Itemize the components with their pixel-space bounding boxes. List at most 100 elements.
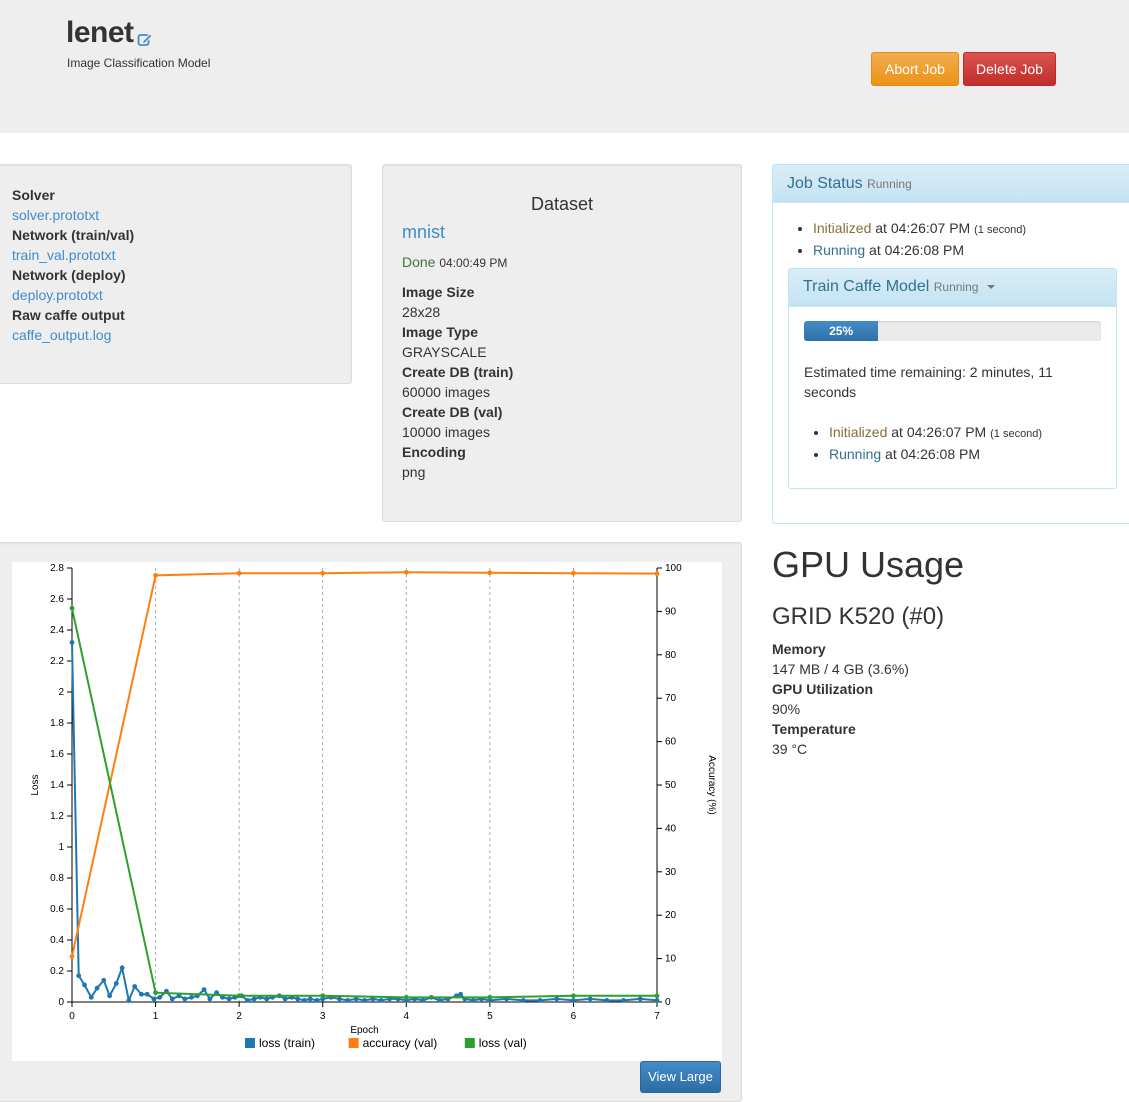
delete-job-button[interactable]: Delete Job <box>963 52 1056 86</box>
y-tick-label: 2.6 <box>50 594 64 605</box>
list-item: Initialized at 04:26:07 PM (1 second) <box>813 218 1026 240</box>
data-point <box>337 996 342 1002</box>
data-point <box>295 996 301 1002</box>
data-point <box>76 973 82 979</box>
data-point <box>458 991 464 997</box>
data-point <box>654 998 660 1003</box>
train-progress: 25% <box>804 321 1101 341</box>
data-point <box>88 994 94 1000</box>
legend-swatch <box>464 1038 475 1048</box>
y2-tick-label: 40 <box>665 823 677 834</box>
create-db-val-label: Create DB (val) <box>402 404 503 420</box>
x-tick-label: 4 <box>404 1011 410 1022</box>
dataset-properties: Image Size 28x28 Image Type GRAYSCALE Cr… <box>402 282 513 482</box>
time-remaining: Estimated time remaining: 2 minutes, 11 … <box>804 364 1053 400</box>
image-size-value: 28x28 <box>402 304 441 320</box>
data-point <box>301 998 307 1003</box>
gpu-properties: Memory 147 MB / 4 GB (3.6%) GPU Utilizat… <box>772 639 909 759</box>
dataset-status: Done 04:00:49 PM <box>402 254 507 270</box>
data-point <box>157 994 163 1000</box>
job-status-title: Job Status Running <box>787 175 912 192</box>
data-point <box>182 996 188 1002</box>
data-point <box>226 996 232 1002</box>
chart-area: 0 1 2 3 4 5 6 7 0 0.2 0.4 0.6 0.8 1 1.2 1.4 1.6 1.8 2 2.2 2.… <box>12 562 722 1061</box>
data-point <box>282 996 288 1002</box>
data-point <box>138 991 144 997</box>
y2-tick-label: 80 <box>665 650 677 661</box>
create-db-train-label: Create DB (train) <box>402 364 514 380</box>
data-point <box>420 998 426 1003</box>
x-tick-label: 0 <box>69 1011 75 1022</box>
legend-label: loss (train) <box>259 1036 315 1050</box>
data-point <box>245 998 250 1003</box>
y2-tick-label: 10 <box>665 954 677 965</box>
dataset-panel: Dataset mnist Done 04:00:49 PM Image Siz… <box>382 164 742 522</box>
data-point <box>236 570 242 576</box>
view-large-button[interactable]: View Large <box>640 1061 721 1093</box>
data-point <box>207 996 213 1002</box>
legend-label: accuracy (val) <box>363 1036 438 1050</box>
legend-swatch <box>245 1038 255 1048</box>
memory-label: Memory <box>772 641 826 657</box>
event-duration: (1 second) <box>990 428 1043 440</box>
data-point <box>403 994 409 1000</box>
train-task-header[interactable]: Train Caffe Model Running <box>789 269 1116 307</box>
dataset-heading: Dataset <box>530 194 594 214</box>
image-type-label: Image Type <box>402 324 478 340</box>
network-trainval-link[interactable]: train_val.prototxt <box>12 245 134 265</box>
data-point <box>520 998 526 1003</box>
abort-job-button[interactable]: Abort Job <box>871 52 959 86</box>
temperature-value: 39 °C <box>772 741 808 757</box>
data-point <box>132 984 138 989</box>
solver-label: Solver <box>12 187 55 203</box>
data-point <box>637 996 643 1002</box>
y-tick-label: 1.6 <box>50 749 64 760</box>
data-point <box>119 965 125 971</box>
job-status-header: Job Status Running <box>773 165 1129 203</box>
data-point <box>320 993 326 999</box>
y-tick-label: 2 <box>58 687 64 698</box>
chevron-down-icon[interactable] <box>986 284 995 289</box>
edit-icon[interactable] <box>137 32 153 48</box>
event-status: Running <box>813 242 866 258</box>
data-point <box>403 569 409 575</box>
page-header: lenet Image Classification Model Abort J… <box>0 0 1129 133</box>
event-status: Running <box>829 446 882 462</box>
raw-output-link[interactable]: caffe_output.log <box>12 325 134 345</box>
dataset-name-link[interactable]: mnist <box>402 222 445 243</box>
x-tick-label: 2 <box>236 1011 242 1022</box>
gpu-name: GRID K520 (#0) <box>772 603 945 630</box>
train-task-events: Initialized at 04:26:07 PM (1 second) Ru… <box>829 422 1042 464</box>
data-point <box>571 993 576 999</box>
list-item: Running at 04:26:08 PM <box>813 240 1026 260</box>
x-tick-label: 5 <box>487 1011 493 1022</box>
solver-link[interactable]: solver.prototxt <box>12 205 134 225</box>
series-line <box>71 571 658 957</box>
y-tick-label: 0.2 <box>50 966 64 977</box>
y-tick-label: 0.4 <box>50 935 64 946</box>
data-point <box>251 996 257 1002</box>
data-point <box>654 993 660 999</box>
data-point <box>69 640 75 645</box>
data-point <box>307 996 313 1002</box>
y-tick-label: 0 <box>58 997 64 1008</box>
gpu-utilization-label: GPU Utilization <box>772 681 874 697</box>
data-point <box>345 998 351 1003</box>
data-point <box>153 572 158 578</box>
x-axis-label: Epoch <box>350 1025 378 1036</box>
y-axis-label: Loss <box>30 774 41 795</box>
data-point <box>437 998 443 1003</box>
data-point <box>236 993 242 999</box>
y2-tick-label: 100 <box>665 563 682 574</box>
list-item: Running at 04:26:08 PM <box>829 444 1042 464</box>
job-status-panel: Job Status Running Initialized at 04:26:… <box>772 164 1129 524</box>
training-chart: 0 1 2 3 4 5 6 700.20.40.60.811.21.41.61.822.22.… <box>30 563 717 1050</box>
data-point <box>470 998 476 1003</box>
network-trainval-label: Network (train/val) <box>12 227 135 243</box>
list-item: Initialized at 04:26:07 PM (1 second) <box>829 422 1042 444</box>
y-tick-label: 0.6 <box>50 904 64 915</box>
network-deploy-link[interactable]: deploy.prototxt <box>12 285 134 305</box>
y-tick-label: 1.2 <box>50 811 64 822</box>
series-line <box>71 608 657 999</box>
data-point <box>101 977 107 983</box>
